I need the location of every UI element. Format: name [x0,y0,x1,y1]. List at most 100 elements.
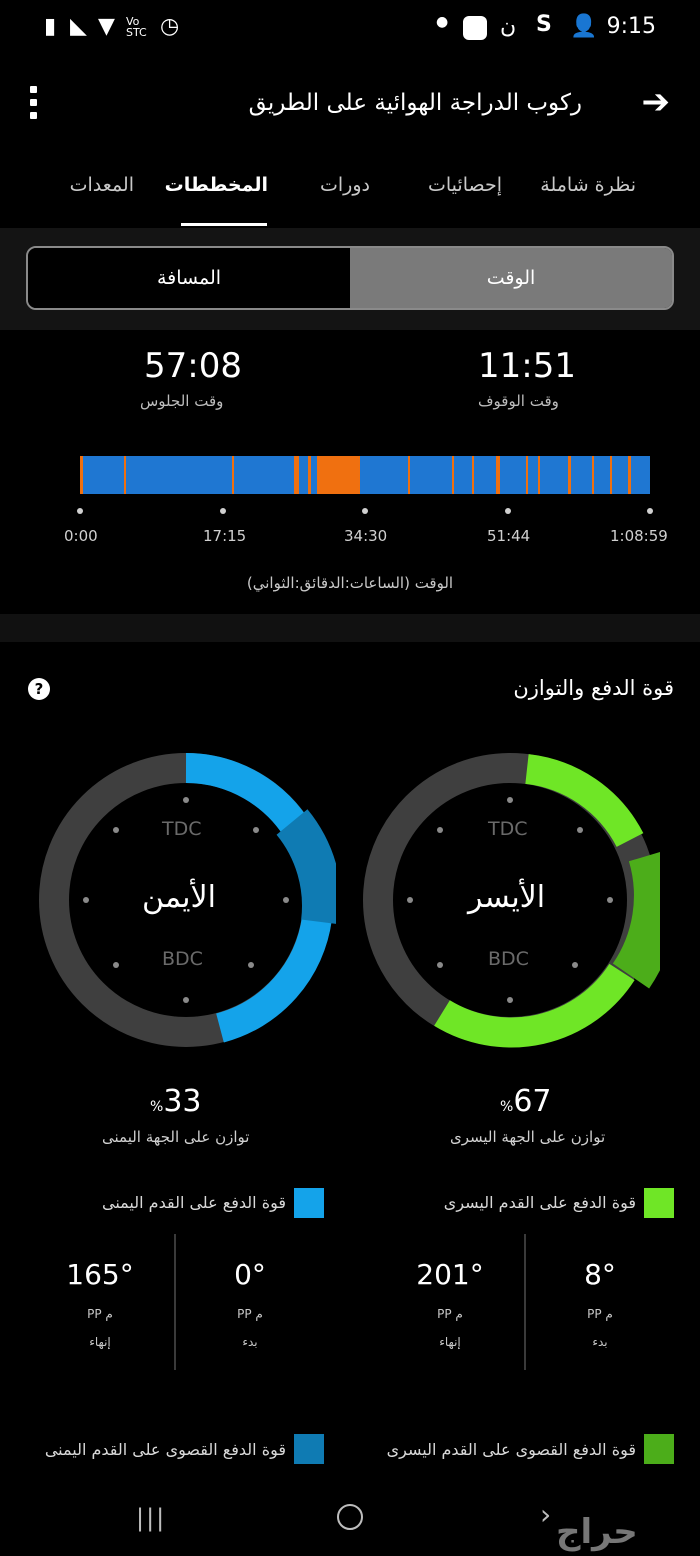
standing-mark [472,456,474,494]
tick-dot [362,508,368,514]
left-power-legend-swatch [644,1188,674,1218]
tab-laps[interactable]: دورات [320,174,370,196]
right-balance-value: %33 [150,1084,202,1119]
left-end-angle: 201° [416,1258,484,1291]
seated-time-value: 57:08 [144,346,242,386]
volte-icon: Vo STC [126,15,147,39]
app-notification-icon [463,16,487,40]
right-start-label: بدء [242,1335,258,1349]
left-start-angle: 8° [584,1258,616,1291]
right-end-unit: م PP [87,1307,113,1321]
tab-bar: نظرة شاملة إحصائيات دورات المخططات المعد… [0,150,700,228]
standing-mark [408,456,410,494]
left-end-label: إنهاء [439,1335,461,1349]
standing-mark [628,456,631,494]
tick-dot [220,508,226,514]
active-tab-indicator [181,223,267,226]
home-icon[interactable] [337,1504,363,1530]
left-balance-label: توازن على الجهة اليسرى [450,1128,606,1146]
seated-time-label: وقت الجلوس [140,392,224,410]
more-menu-icon[interactable] [30,86,38,125]
tab-gear[interactable]: المعدات [70,174,134,196]
s-app-icon: S [536,12,552,37]
right-bdc-label: BDC [162,948,203,970]
dot-icon: ● [436,14,449,30]
timeline-axis-label: الوقت (الساعات:الدقائق:الثواني) [246,574,454,592]
right-peak-legend-swatch [294,1434,324,1464]
signal-icon: ◣ [70,14,87,39]
back-arrow-icon[interactable]: ➔ [642,82,671,122]
time-toggle-button[interactable]: الوقت [350,248,672,308]
page-title: ركوب الدراجة الهوائية على الطريق [248,90,582,116]
standing-time-label: وقت الوقوف [478,392,559,410]
distance-toggle-button[interactable]: المسافة [28,248,350,308]
timeline-seated-bar [80,456,650,494]
standing-mark [610,456,612,494]
status-time: 9:15 [606,14,656,39]
left-peak-arc [612,852,660,989]
left-end-unit: م PP [437,1307,463,1321]
left-balance-value: %67 [500,1084,552,1119]
left-bdc-label: BDC [488,948,529,970]
left-peak-legend: قوة الدفع القصوى على القدم اليسرى [386,1440,636,1459]
standing-mark [568,456,571,494]
recents-icon[interactable]: ||| [136,1504,166,1532]
tick-label: 34:30 [344,527,388,545]
person-add-icon: 👤 [570,14,598,39]
tick-label: 0:00 [64,527,98,545]
tab-charts[interactable]: المخططات [165,174,268,196]
status-bar: ▮ ◣ ▼ Vo STC ◷ ● ن S 👤 9:15 [0,0,700,60]
right-start-angle: 0° [234,1258,266,1291]
right-power-legend: قوة الدفع على القدم اليمنى [102,1193,286,1212]
standing-mark [294,456,299,494]
stand-sit-timeline [80,456,650,494]
back-icon[interactable]: › [540,1498,551,1531]
standing-mark [526,456,528,494]
alarm-icon: ◷ [160,14,180,39]
battery-icon: ▮ [44,14,57,39]
right-tdc-label: TDC [162,818,202,840]
tab-overview[interactable]: نظرة شاملة [540,174,636,196]
left-power-legend: قوة الدفع على القدم اليسرى [443,1193,636,1212]
right-end-label: إنهاء [89,1335,111,1349]
standing-mark [308,456,311,494]
right-power-arc [215,915,332,1043]
right-start-unit: م PP [237,1307,263,1321]
standing-mark [317,456,360,494]
tick-dot [77,508,83,514]
left-start-label: بدء [592,1335,608,1349]
standing-mark [80,456,83,494]
tick-dot [505,508,511,514]
left-start-unit: م PP [587,1307,613,1321]
section-divider [0,614,700,642]
standing-mark [124,456,126,494]
left-dial-name: الأيسر [468,880,546,915]
standing-mark [538,456,540,494]
separator [524,1234,526,1370]
tab-statistics[interactable]: إحصائيات [428,174,502,196]
power-phase-title: قوة الدفع والتوازن [513,676,674,700]
separator [174,1234,176,1370]
right-end-angle: 165° [66,1258,134,1291]
left-peak-legend-swatch [644,1434,674,1464]
system-nav-bar: ||| › حراج [0,1488,700,1556]
watermark-logo: حراج [556,1512,638,1552]
help-icon[interactable]: ? [28,678,50,700]
app-header: ركوب الدراجة الهوائية على الطريق ➔ [0,60,700,150]
standing-mark [496,456,500,494]
right-power-legend-swatch [294,1188,324,1218]
time-distance-toggle: الوقت المسافة [26,246,674,310]
tick-label: 1:08:59 [610,527,668,545]
right-peak-arc [276,809,336,924]
standing-mark [592,456,594,494]
notification-icon: ن [500,14,517,39]
standing-mark [232,456,234,494]
right-power-arc [185,753,313,842]
right-balance-label: توازن على الجهة اليمنى [102,1128,250,1146]
standing-mark [452,456,454,494]
tick-label: 17:15 [203,527,247,545]
standing-time-value: 11:51 [478,346,576,386]
tick-label: 51:44 [487,527,531,545]
left-tdc-label: TDC [488,818,528,840]
tick-dot [647,508,653,514]
